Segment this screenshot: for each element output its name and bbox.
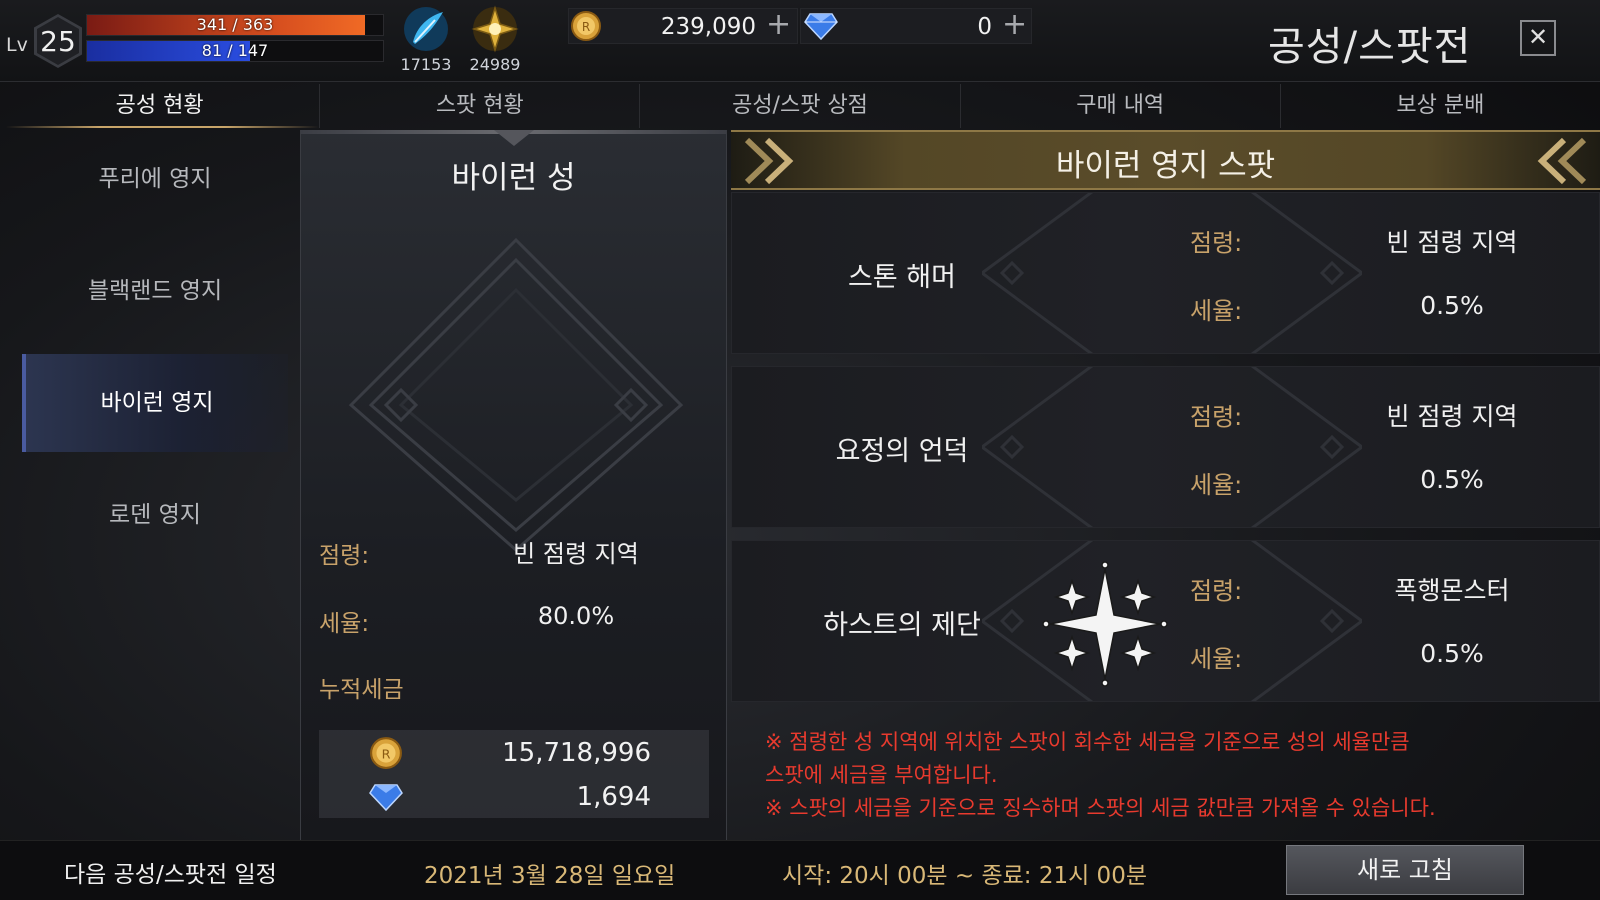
castle-panel: 바이런 성 점령: 빈 점령 지역 세율: 80.0% 누적세금 R 15,71…	[300, 130, 727, 840]
spot-card[interactable]: 요정의 언덕 점령: 빈 점령 지역 세율: 0.5%	[731, 366, 1600, 528]
spot-occupy-value: 폭행몬스터	[1394, 576, 1510, 605]
notice-line: ※ 점령한 성 지역에 위치한 스팟이 회수한 세금을 기준으로 성의 세율만큼	[765, 730, 1410, 754]
castle-tax-label: 세율:	[319, 611, 370, 637]
mp-bar: 81 / 147	[86, 40, 384, 62]
chevron-left-icon	[1537, 137, 1587, 185]
hp-text: 341 / 363	[196, 15, 274, 34]
gold-coin-icon: R	[571, 11, 601, 41]
castle-tax-value: 80.0%	[537, 602, 615, 630]
spot-occupy-value: 빈 점령 지역	[1386, 402, 1518, 431]
feather-icon[interactable]	[401, 4, 451, 54]
spot-name: 스톤 해머	[848, 262, 956, 293]
spot-name: 요정의 언덕	[835, 436, 969, 467]
top-bar: Lv 25 341 / 363 81 / 147 17153 24989 R 2…	[0, 0, 1600, 82]
spot-occupy-label: 점령:	[1190, 229, 1243, 257]
tab-siege-shop[interactable]: 공성/스팟 상점	[640, 84, 961, 128]
spot-card[interactable]: 하스트의 제단 점령: 폭행몬스터 세율: 0.5%	[731, 540, 1600, 702]
spot-tax-label: 세율:	[1190, 645, 1243, 673]
spot-occupy-value: 빈 점령 지역	[1386, 228, 1518, 257]
window-title: 공성/스팟전	[1268, 24, 1472, 70]
gem-tax-row: 1,694	[319, 774, 709, 818]
notice-line: ※ 스팟의 세금을 기준으로 징수하며 스팟의 세금 값만큼 가져올 수 있습니…	[765, 796, 1436, 820]
castle-occupy-label: 점령:	[319, 543, 370, 569]
territory-item-purie[interactable]: 푸리에 영지	[22, 130, 288, 228]
diamond-icon	[804, 13, 838, 40]
gold-coin-icon: R	[370, 737, 402, 769]
svg-text:R: R	[582, 20, 590, 34]
guild-sparkle-emblem-icon	[1042, 561, 1168, 687]
castle-occupy-value: 빈 점령 지역	[513, 540, 639, 568]
castle-crest-icon	[348, 237, 684, 552]
accumulated-tax-label: 누적세금	[319, 677, 404, 703]
castle-notch	[494, 130, 534, 146]
refresh-button[interactable]: 새로 고침	[1286, 845, 1524, 895]
close-button[interactable]: ✕	[1520, 20, 1556, 56]
spot-panel-title: 바이런 영지 스팟	[1055, 148, 1276, 184]
spot-name: 하스트의 제단	[823, 610, 981, 641]
territory-item-byron[interactable]: 바이런 영지	[22, 354, 288, 452]
next-schedule-label: 다음 공성/스팟전 일정	[64, 862, 277, 888]
spot-occupy-label: 점령:	[1190, 577, 1243, 605]
next-schedule-date: 2021년 3월 28일 일요일	[424, 863, 676, 889]
diamond-icon	[369, 784, 403, 812]
tab-bar: 공성 현황 스팟 현황 공성/스팟 상점 구매 내역 보상 분배	[0, 84, 1600, 128]
gem-amount: 0	[977, 14, 992, 40]
spot-tax-value: 0.5%	[1420, 639, 1484, 668]
spot-panel: 바이런 영지 스팟 스톤 해머 점령: 빈 점령 지역 세율: 0.5% 요정의…	[731, 130, 1600, 840]
territory-item-blackland[interactable]: 블랙랜드 영지	[22, 242, 288, 340]
level-label: Lv	[6, 34, 28, 56]
spot-tax-value: 0.5%	[1420, 291, 1484, 320]
spot-tax-value: 0.5%	[1420, 465, 1484, 494]
castle-name: 바이런 성	[451, 160, 576, 196]
emblem-icon[interactable]	[470, 4, 520, 54]
tab-siege-status[interactable]: 공성 현황	[0, 84, 321, 128]
spot-crest-icon	[982, 541, 1362, 701]
add-gold-button[interactable]: +	[766, 10, 791, 40]
feather-count: 17153	[400, 55, 452, 74]
level-value: 25	[37, 17, 79, 65]
next-schedule-time: 시작: 20시 00분 ~ 종료: 21시 00분	[782, 863, 1147, 889]
tab-spot-status[interactable]: 스팟 현황	[320, 84, 641, 128]
spot-crest-icon	[982, 367, 1362, 527]
notice-line: 스팟에 세금을 부여합니다.	[765, 763, 998, 787]
spot-card[interactable]: 스톤 해머 점령: 빈 점령 지역 세율: 0.5%	[731, 192, 1600, 354]
spot-crest-icon	[982, 193, 1362, 353]
tab-purchase-history[interactable]: 구매 내역	[961, 84, 1281, 128]
svg-text:R: R	[382, 747, 391, 762]
spot-occupy-label: 점령:	[1190, 403, 1243, 431]
mp-text: 81 / 147	[201, 41, 269, 60]
hp-bar: 341 / 363	[86, 14, 384, 36]
territory-item-roden[interactable]: 로덴 영지	[22, 466, 288, 564]
tax-notice: ※ 점령한 성 지역에 위치한 스팟이 회수한 세금을 기준으로 성의 세율만큼…	[765, 726, 1585, 825]
gold-tax-total: 15,718,996	[502, 738, 651, 768]
territory-sidebar: 푸리에 영지 블랙랜드 영지 바이런 영지 로덴 영지	[0, 130, 292, 840]
gold-tax-row: R 15,718,996	[319, 730, 709, 774]
spot-header: 바이런 영지 스팟	[731, 130, 1600, 190]
emblem-count: 24989	[469, 55, 521, 74]
accumulated-tax-box: R 15,718,996 1,694	[319, 730, 709, 818]
spot-tax-label: 세율:	[1190, 471, 1243, 499]
gem-tax-total: 1,694	[576, 782, 651, 812]
tab-reward-distribution[interactable]: 보상 분배	[1281, 84, 1600, 128]
level-badge: 25	[34, 14, 82, 68]
schedule-footer: 다음 공성/스팟전 일정 2021년 3월 28일 일요일 시작: 20시 00…	[0, 840, 1600, 900]
gold-amount: 239,090	[660, 14, 756, 40]
add-gem-button[interactable]: +	[1002, 10, 1027, 40]
spot-tax-label: 세율:	[1190, 297, 1243, 325]
